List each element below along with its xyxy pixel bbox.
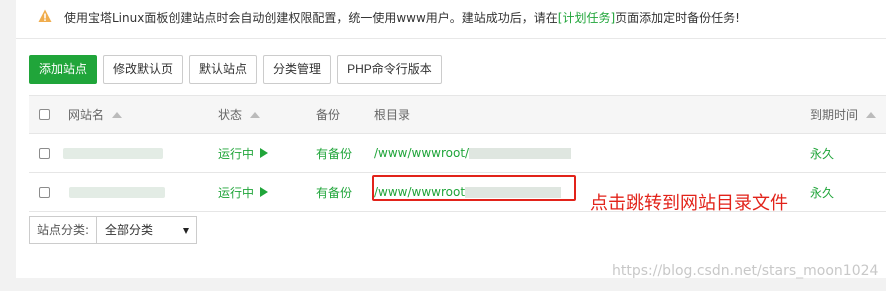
header-backup: 备份 [316, 96, 340, 133]
add-site-button[interactable]: 添加站点 [29, 55, 98, 84]
status-cell[interactable]: 运行中 [218, 134, 269, 172]
sort-up-icon [866, 111, 877, 118]
toolbar: 添加站点 修改默认页 默认站点 分类管理 PHP命令行版本 [29, 55, 442, 84]
header-expire-label: 到期时间 [810, 108, 859, 122]
expire-cell[interactable]: 永久 [810, 173, 834, 211]
notice-text-before: 使用宝塔Linux面板创建站点时会自动创建权限配置，统一使用www用户。建站成功… [64, 11, 558, 25]
select-all-checkbox[interactable] [39, 109, 50, 120]
notice-text: 使用宝塔Linux面板创建站点时会自动创建权限配置，统一使用www用户。建站成功… [64, 9, 740, 26]
site-name-cell[interactable] [63, 134, 163, 172]
watermark: https://blog.csdn.net/stars_moon1024 [612, 263, 879, 279]
site-name-redacted [69, 186, 165, 198]
site-name-cell[interactable] [69, 173, 165, 211]
root-dir-redacted [469, 147, 572, 159]
chevron-down-icon [183, 228, 190, 234]
category-manage-button[interactable]: 分类管理 [263, 55, 332, 84]
schedule-task-link[interactable]: [计划任务] [558, 11, 615, 25]
status-text: 运行中 [218, 185, 255, 200]
select-all-cell [39, 96, 50, 133]
expire-text: 永久 [810, 146, 835, 161]
category-select[interactable]: 全部分类 [96, 216, 198, 244]
header-name[interactable]: 网站名 [68, 96, 123, 133]
site-category-filter: 站点分类: 全部分类 [29, 216, 198, 244]
row-select-cell [39, 134, 50, 172]
header-status[interactable]: 状态 [218, 96, 261, 133]
default-site-button[interactable]: 默认站点 [189, 55, 258, 84]
backup-link: 有备份 [316, 185, 353, 200]
warning-icon [38, 9, 52, 22]
table-header: 网站名 状态 备份 根目录 到期时间 [29, 95, 886, 134]
backup-cell[interactable]: 有备份 [316, 173, 352, 211]
backup-link: 有备份 [316, 146, 353, 161]
header-expire[interactable]: 到期时间 [810, 96, 877, 133]
header-name-label: 网站名 [68, 108, 105, 122]
status-text: 运行中 [218, 146, 255, 161]
category-select-value: 全部分类 [105, 223, 154, 237]
notice-text-after: 页面添加定时备份任务! [615, 11, 740, 25]
play-icon [260, 148, 269, 158]
root-dir-highlight-box [372, 175, 576, 201]
play-icon [260, 187, 269, 197]
site-name-redacted [63, 147, 163, 159]
expire-text: 永久 [810, 185, 835, 200]
annotation-text: 点击跳转到网站目录文件 [590, 193, 788, 214]
header-status-label: 状态 [218, 108, 243, 122]
table-row: 运行中 有备份 /www/wwwroot/ 永久 [29, 134, 886, 173]
row-checkbox[interactable] [39, 186, 50, 198]
expire-cell[interactable]: 永久 [810, 134, 834, 172]
row-select-cell [39, 173, 50, 211]
notice-bar: 使用宝塔Linux面板创建站点时会自动创建权限配置，统一使用www用户。建站成功… [16, 0, 886, 39]
row-checkbox[interactable] [39, 147, 50, 159]
edit-default-page-button[interactable]: 修改默认页 [103, 55, 184, 84]
header-root: 根目录 [374, 96, 410, 133]
header-backup-label: 备份 [316, 108, 341, 122]
root-dir-link: /www/wwwroot/ [374, 146, 470, 160]
backup-cell[interactable]: 有备份 [316, 134, 352, 172]
header-root-label: 根目录 [374, 108, 411, 122]
root-dir-cell[interactable]: /www/wwwroot/ [374, 134, 572, 172]
sort-up-icon [112, 111, 123, 118]
php-cli-version-button[interactable]: PHP命令行版本 [337, 55, 442, 84]
sort-up-icon [250, 111, 261, 118]
filter-label: 站点分类: [29, 216, 97, 244]
status-cell[interactable]: 运行中 [218, 173, 269, 211]
